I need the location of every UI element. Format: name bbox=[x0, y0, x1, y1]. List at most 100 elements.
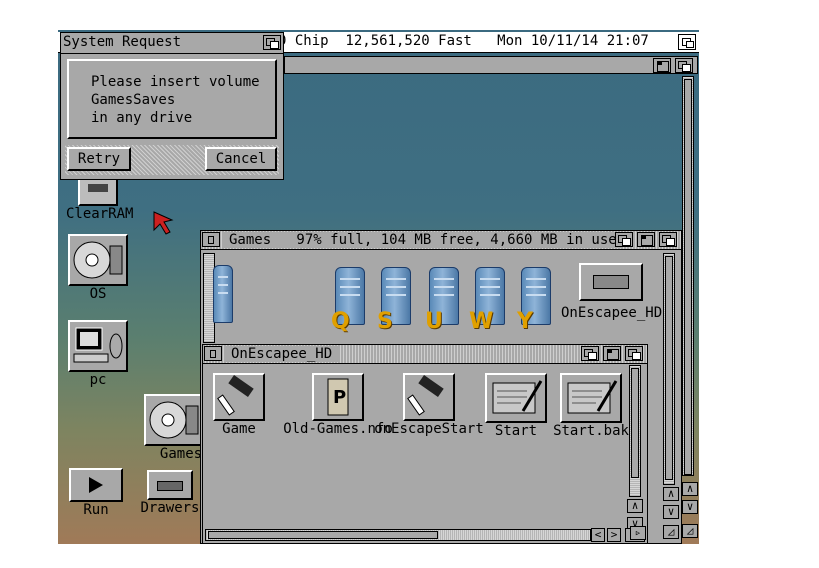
onescapee-depth-icon[interactable] bbox=[625, 346, 643, 361]
computer-icon bbox=[73, 327, 123, 363]
harddisk-icon bbox=[149, 401, 199, 439]
games-scroll-down-icon[interactable]: ∨ bbox=[663, 505, 679, 519]
games-depth-icon[interactable] bbox=[659, 232, 677, 247]
drawer-slot-icon bbox=[157, 481, 183, 491]
hammer-icon bbox=[217, 375, 254, 416]
games-zoom-icon[interactable] bbox=[637, 232, 655, 247]
games-scroll-knob[interactable] bbox=[665, 256, 673, 480]
mouse-pointer-icon bbox=[153, 211, 174, 235]
pc-graphic bbox=[68, 320, 128, 372]
start-bak-script-icon[interactable]: Start.bak bbox=[553, 373, 629, 439]
backdrop-zoom-icon[interactable] bbox=[653, 58, 671, 73]
cancel-button[interactable]: Cancel bbox=[205, 147, 277, 171]
onescapee-vscroll-knob[interactable] bbox=[631, 368, 639, 478]
memory-clock-readout: 0 Chip 12,561,520 Fast Mon 10/11/14 21:0… bbox=[278, 33, 649, 49]
backdrop-window-bar[interactable] bbox=[284, 56, 698, 74]
drawers-icon[interactable]: Drawers bbox=[138, 470, 202, 516]
drawer-y-letter: Y bbox=[517, 309, 533, 334]
old-games-graphic: P bbox=[312, 373, 364, 421]
onescapee-vertical-scrollbar[interactable] bbox=[629, 365, 641, 497]
start-graphic bbox=[485, 373, 547, 423]
script-pad-icon bbox=[567, 380, 618, 414]
system-request-dialog[interactable]: System Request Please insert volume Game… bbox=[60, 32, 284, 180]
onescapee-hscroll-knob[interactable] bbox=[208, 531, 438, 539]
start-bak-label: Start.bak bbox=[553, 423, 629, 439]
harddisk-icon bbox=[73, 241, 123, 279]
run-icon[interactable]: Run bbox=[64, 468, 128, 518]
games-drive-icon[interactable]: Games bbox=[142, 394, 206, 462]
games-vertical-scrollbar[interactable] bbox=[663, 253, 675, 485]
dialog-message-box: Please insert volume GamesSaves in any d… bbox=[67, 59, 277, 139]
drawer-partial-icon[interactable] bbox=[213, 265, 233, 323]
run-graphic bbox=[69, 468, 123, 502]
games-close-icon[interactable] bbox=[202, 232, 220, 247]
drawer-s-letter: S bbox=[377, 309, 393, 334]
game-tool-icon[interactable]: Game bbox=[207, 373, 271, 437]
onescapestart-tool-icon[interactable]: onEscapeStart bbox=[373, 373, 485, 437]
dialog-message-line-2: GamesSaves bbox=[91, 92, 176, 108]
games-scroll-right-icon[interactable]: ▹ bbox=[630, 526, 646, 540]
dialog-message-line-3: in any drive bbox=[91, 110, 193, 126]
ram-chip-icon bbox=[88, 184, 108, 192]
clearram-label: ClearRAM bbox=[66, 206, 134, 222]
onescapee-title: OnEscapee_HD bbox=[225, 346, 339, 362]
onescapee-iconify-icon[interactable] bbox=[581, 346, 599, 361]
start-bak-graphic bbox=[560, 373, 622, 423]
onescapee-horizontal-scrollbar[interactable] bbox=[205, 529, 591, 541]
games-scroll-up-icon[interactable]: ∧ bbox=[663, 487, 679, 501]
onescapee-scroll-left-icon[interactable]: < bbox=[591, 528, 605, 542]
onescapee-window[interactable]: OnEscapee_HD Game P Old-Games.nfo onEsca… bbox=[202, 344, 648, 544]
games-disk-graphic bbox=[144, 394, 204, 446]
onescapee-hd-graphic bbox=[579, 263, 643, 301]
svg-text:P: P bbox=[333, 387, 346, 408]
backdrop-scroll-down-icon[interactable]: ∨ bbox=[682, 500, 698, 514]
os-label: OS bbox=[89, 286, 107, 302]
games-title: Games 97% full, 104 MB free, 4,660 MB in… bbox=[223, 232, 623, 248]
drawers-label: Drawers bbox=[140, 500, 200, 516]
pc-label: pc bbox=[89, 372, 107, 388]
games-size-icon[interactable]: ◿ bbox=[663, 525, 679, 539]
games-label: Games bbox=[159, 446, 203, 462]
pc-icon[interactable]: pc bbox=[66, 320, 130, 388]
backdrop-scroll-knob[interactable] bbox=[684, 79, 692, 475]
dialog-message: Please insert volume GamesSaves in any d… bbox=[91, 73, 260, 127]
onescapee-hd-label: OnEscapee_HD bbox=[561, 305, 663, 321]
dialog-title: System Request bbox=[61, 34, 188, 50]
games-title-bar[interactable]: Games 97% full, 104 MB free, 4,660 MB in… bbox=[201, 231, 681, 250]
backdrop-scroll-up-icon[interactable]: ∧ bbox=[682, 482, 698, 496]
dialog-title-bar[interactable]: System Request bbox=[61, 33, 283, 54]
backdrop-size-icon[interactable]: ◿ bbox=[682, 524, 698, 538]
drawer-w-letter: W bbox=[469, 309, 494, 334]
onescapee-close-icon[interactable] bbox=[204, 346, 222, 361]
play-icon bbox=[89, 477, 103, 493]
info-scroll-icon: P bbox=[327, 378, 349, 416]
drawers-graphic bbox=[147, 470, 193, 500]
dialog-depth-icon[interactable] bbox=[263, 35, 281, 50]
onescapee-zoom-icon[interactable] bbox=[603, 346, 621, 361]
backdrop-vertical-scrollbar[interactable] bbox=[682, 76, 694, 476]
workbench-screen: 0 Chip 12,561,520 Fast Mon 10/11/14 21:0… bbox=[58, 30, 699, 544]
os-disk-graphic bbox=[68, 234, 128, 286]
game-label: Game bbox=[222, 421, 256, 437]
start-label: Start bbox=[494, 423, 538, 439]
os-drive-icon[interactable]: OS bbox=[66, 234, 130, 302]
hammer-icon bbox=[407, 375, 444, 416]
start-script-icon[interactable]: Start bbox=[483, 373, 549, 439]
drawer-u-letter: U bbox=[425, 309, 443, 334]
drawer-q-letter: Q bbox=[331, 309, 350, 334]
onescapestart-graphic bbox=[403, 373, 455, 421]
script-pad-icon bbox=[492, 380, 543, 414]
dialog-message-line-1: Please insert volume bbox=[91, 74, 260, 90]
onescapee-scroll-up-icon[interactable]: ∧ bbox=[627, 499, 643, 513]
backdrop-depth-icon[interactable] bbox=[675, 58, 693, 73]
screen-depth-icon[interactable] bbox=[678, 34, 696, 50]
run-label: Run bbox=[83, 502, 109, 518]
games-iconify-icon[interactable] bbox=[615, 232, 633, 247]
retry-button[interactable]: Retry bbox=[67, 147, 131, 171]
game-graphic bbox=[213, 373, 265, 421]
drive-slot-icon bbox=[593, 275, 629, 289]
onescapee-hd-drive-icon[interactable]: OnEscapee_HD bbox=[561, 263, 663, 321]
onescapestart-label: onEscapeStart bbox=[374, 421, 484, 437]
onescapee-title-bar[interactable]: OnEscapee_HD bbox=[203, 345, 647, 364]
onescapee-scroll-right-icon[interactable]: > bbox=[607, 528, 621, 542]
